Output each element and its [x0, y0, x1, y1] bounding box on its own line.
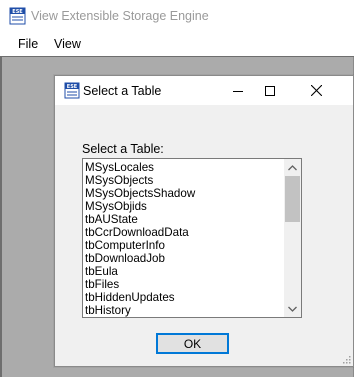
table-list-item[interactable]: tbCcrDownloadData — [85, 226, 285, 239]
table-list-item[interactable]: MSysObjectsShadow — [85, 187, 285, 200]
scroll-up-button[interactable] — [284, 159, 301, 176]
scroll-thumb[interactable] — [285, 176, 300, 222]
close-button[interactable] — [293, 76, 339, 105]
menu-file[interactable]: File — [17, 37, 39, 51]
main-window: ESE View Extensible Storage Engine File … — [0, 0, 354, 379]
table-list-item[interactable]: tbHiddenUpdates — [85, 291, 285, 304]
chevron-down-icon — [288, 306, 297, 312]
table-list-item[interactable]: tbDownloadJob — [85, 252, 285, 265]
maximize-icon — [265, 85, 275, 96]
maximize-button[interactable] — [247, 76, 293, 105]
ese-database-icon: ESE — [64, 82, 80, 99]
table-list-item[interactable]: tbEula — [85, 265, 285, 278]
dialog-title: Select a Table — [83, 84, 162, 98]
menu-view[interactable]: View — [53, 37, 82, 51]
scroll-down-button[interactable] — [284, 300, 301, 317]
dialog-title-bar[interactable]: ESE Select a Table — [55, 76, 353, 105]
app-title-bar[interactable]: ESE View Extensible Storage Engine — [0, 0, 354, 33]
ok-button[interactable]: OK — [156, 333, 229, 354]
table-list-item[interactable]: tbHistory — [85, 304, 285, 317]
menu-bar: File View — [0, 33, 354, 55]
resize-grip-icon[interactable] — [341, 354, 351, 364]
ese-icon-label: ESE — [12, 9, 23, 15]
vertical-scrollbar[interactable] — [284, 159, 301, 317]
table-list-item[interactable]: MSysObjects — [85, 174, 285, 187]
minimize-icon — [233, 90, 243, 92]
table-list-items: MSysLocales MSysObjects MSysObjectsShadow M… — [85, 161, 285, 317]
table-list-item[interactable]: MSysObjids — [85, 200, 285, 213]
select-table-label: Select a Table: — [82, 142, 164, 156]
chevron-up-icon — [288, 164, 297, 170]
table-list-item[interactable]: tbFiles — [85, 278, 285, 291]
table-listbox[interactable]: MSysLocales MSysObjects MSysObjectsShadow M… — [82, 158, 302, 318]
select-table-dialog: ESE Select a Table Select a Table: MSysL… — [54, 75, 354, 367]
app-title: View Extensible Storage Engine — [31, 9, 209, 23]
table-list-item[interactable]: MSysLocales — [85, 161, 285, 174]
ese-icon-label: ESE — [67, 84, 78, 90]
ese-database-icon: ESE — [9, 7, 26, 25]
table-list-item[interactable]: tbAUState — [85, 213, 285, 226]
close-icon — [310, 85, 322, 96]
table-list-item[interactable]: tbComputerInfo — [85, 239, 285, 252]
